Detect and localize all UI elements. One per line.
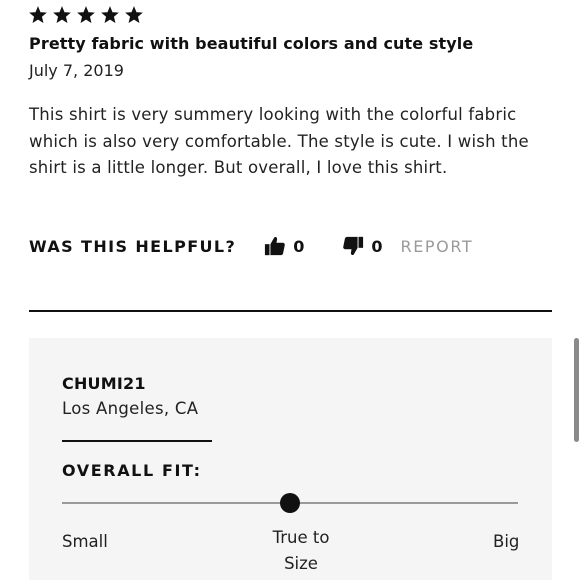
reviewer-panel: CHUMI21 Los Angeles, CA OVERALL FIT: Sma…	[29, 338, 552, 580]
upvote-button[interactable]: 0	[264, 235, 304, 257]
fit-label-true-to-size: True to Size	[272, 528, 330, 573]
downvote-button[interactable]: 0	[342, 235, 382, 257]
section-divider	[29, 310, 552, 312]
thumbs-up-icon	[264, 235, 286, 257]
star-icon	[53, 6, 71, 23]
star-icon	[101, 6, 119, 23]
upvote-count: 0	[293, 236, 305, 256]
fit-scale-marker	[280, 493, 300, 513]
downvote-count: 0	[371, 236, 383, 256]
star-icon	[77, 6, 95, 23]
star-icon	[29, 6, 47, 23]
fit-label-small: Small	[62, 532, 108, 551]
review-date: July 7, 2019	[29, 61, 124, 80]
scrollbar-thumb[interactable]	[574, 338, 579, 442]
review-page: Pretty fabric with beautiful colors and …	[0, 0, 580, 580]
reviewer-rule	[62, 440, 212, 442]
report-link[interactable]: REPORT	[400, 237, 473, 256]
fit-label-big: Big	[493, 532, 520, 551]
helpful-label: WAS THIS HELPFUL?	[29, 236, 237, 256]
helpful-row: WAS THIS HELPFUL? 0 0 REPORT	[29, 234, 473, 258]
reviewer-location: Los Angeles, CA	[62, 399, 199, 418]
star-rating	[29, 6, 143, 24]
overall-fit-label: OVERALL FIT:	[62, 461, 202, 480]
review-body: This shirt is very summery looking with …	[29, 105, 529, 177]
review-title: Pretty fabric with beautiful colors and …	[29, 34, 474, 53]
thumbs-down-icon	[342, 235, 364, 257]
star-icon	[125, 6, 143, 23]
reviewer-name: CHUMI21	[62, 374, 146, 393]
